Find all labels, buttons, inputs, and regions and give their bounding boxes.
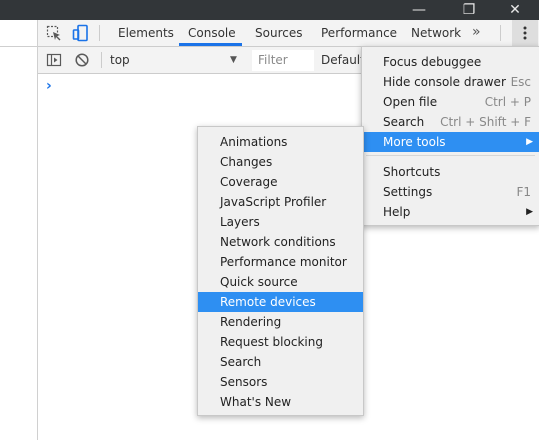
toolbar-divider xyxy=(101,52,102,68)
toolbar-divider xyxy=(99,25,100,41)
menu-item-shortcut: Ctrl + P xyxy=(484,95,531,109)
menu-item-label: Rendering xyxy=(220,315,282,329)
restore-icon[interactable]: ❐ xyxy=(447,0,491,20)
submenu-item-network-conditions[interactable]: Network conditions xyxy=(198,232,363,252)
device-toolbar-icon[interactable] xyxy=(72,24,90,42)
menu-item-label: Search xyxy=(383,115,425,129)
menu-item-label: What's New xyxy=(220,395,292,409)
tab-sources[interactable]: Sources xyxy=(255,20,302,46)
menu-item-label: Animations xyxy=(220,135,288,149)
menu-item-help[interactable]: Help ▶ xyxy=(362,202,539,222)
menu-item-shortcut: F1 xyxy=(516,185,531,199)
menu-item-settings[interactable]: Settings F1 xyxy=(362,182,539,202)
menu-item-search[interactable]: Search Ctrl + Shift + F xyxy=(362,112,539,132)
submenu-item-request-blocking[interactable]: Request blocking xyxy=(198,332,363,352)
more-tools-submenu: Animations Changes Coverage JavaScript P… xyxy=(197,126,364,416)
menu-item-label: JavaScript Profiler xyxy=(220,195,327,209)
submenu-arrow-icon: ▶ xyxy=(526,207,533,217)
filter-field[interactable] xyxy=(252,50,314,71)
submenu-item-coverage[interactable]: Coverage xyxy=(198,172,363,192)
submenu-item-rendering[interactable]: Rendering xyxy=(198,312,363,332)
submenu-item-whats-new[interactable]: What's New xyxy=(198,392,363,412)
log-levels-dropdown[interactable]: Default xyxy=(321,51,365,69)
chevron-down-icon[interactable]: ▼ xyxy=(230,51,237,69)
submenu-item-animations[interactable]: Animations xyxy=(198,132,363,152)
menu-item-label: Quick source xyxy=(220,275,298,289)
minimize-icon[interactable]: — xyxy=(397,0,441,20)
menu-item-shortcut: Ctrl + Shift + F xyxy=(440,115,531,129)
menu-item-label: Search xyxy=(220,355,262,369)
menu-item-label: More tools xyxy=(383,135,446,149)
more-tabs-chevron-icon[interactable]: » xyxy=(472,20,481,46)
menu-item-label: Shortcuts xyxy=(383,165,441,179)
active-tab-indicator xyxy=(179,43,242,46)
submenu-item-javascript-profiler[interactable]: JavaScript Profiler xyxy=(198,192,363,212)
page-viewport xyxy=(0,20,38,440)
submenu-item-layers[interactable]: Layers xyxy=(198,212,363,232)
inspect-element-icon[interactable] xyxy=(45,24,63,42)
submenu-item-search[interactable]: Search xyxy=(198,352,363,372)
menu-item-label: Performance monitor xyxy=(220,255,347,269)
menu-item-focus-debuggee[interactable]: Focus debuggee xyxy=(362,52,539,72)
menu-item-label: Changes xyxy=(220,155,273,169)
menu-item-shortcut: Esc xyxy=(510,75,531,89)
console-prompt-icon[interactable]: › xyxy=(46,78,52,94)
menu-item-label: Open file xyxy=(383,95,438,109)
filter-input[interactable] xyxy=(253,51,314,68)
page-divider xyxy=(0,46,37,47)
menu-item-shortcuts[interactable]: Shortcuts xyxy=(362,162,539,182)
menu-item-label: Coverage xyxy=(220,175,278,189)
submenu-item-changes[interactable]: Changes xyxy=(198,152,363,172)
menu-item-label: Settings xyxy=(383,185,433,199)
menu-item-label: Request blocking xyxy=(220,335,323,349)
customize-menu: Focus debuggee Hide console drawer Esc O… xyxy=(361,46,539,226)
menu-divider xyxy=(366,155,535,156)
menu-item-label: Hide console drawer xyxy=(383,75,506,89)
context-selector[interactable]: top xyxy=(110,51,245,69)
show-sidebar-icon[interactable] xyxy=(45,51,63,69)
menu-item-label: Sensors xyxy=(220,375,268,389)
menu-item-label: Remote devices xyxy=(220,295,316,309)
window-titlebar: — ❐ ✕ xyxy=(0,0,539,20)
clear-console-icon[interactable] xyxy=(73,51,91,69)
menu-item-open-file[interactable]: Open file Ctrl + P xyxy=(362,92,539,112)
submenu-item-remote-devices[interactable]: Remote devices xyxy=(198,292,363,312)
tab-elements[interactable]: Elements xyxy=(118,20,174,46)
customize-menu-kebab-icon[interactable] xyxy=(512,20,538,46)
submenu-arrow-icon: ▶ xyxy=(526,137,533,147)
submenu-item-performance-monitor[interactable]: Performance monitor xyxy=(198,252,363,272)
devtools-tabbar: Elements Console Sources Performance Net… xyxy=(38,20,539,47)
menu-item-more-tools[interactable]: More tools ▶ xyxy=(362,132,539,152)
tab-performance[interactable]: Performance xyxy=(321,20,397,46)
close-icon[interactable]: ✕ xyxy=(493,0,537,20)
submenu-item-sensors[interactable]: Sensors xyxy=(198,372,363,392)
submenu-item-quick-source[interactable]: Quick source xyxy=(198,272,363,292)
toolbar-divider xyxy=(500,25,501,41)
menu-item-label: Network conditions xyxy=(220,235,336,249)
menu-item-label: Focus debuggee xyxy=(383,55,482,69)
menu-item-hide-console-drawer[interactable]: Hide console drawer Esc xyxy=(362,72,539,92)
tab-network[interactable]: Network xyxy=(411,20,461,46)
menu-item-label: Layers xyxy=(220,215,260,229)
menu-item-label: Help xyxy=(383,205,411,219)
